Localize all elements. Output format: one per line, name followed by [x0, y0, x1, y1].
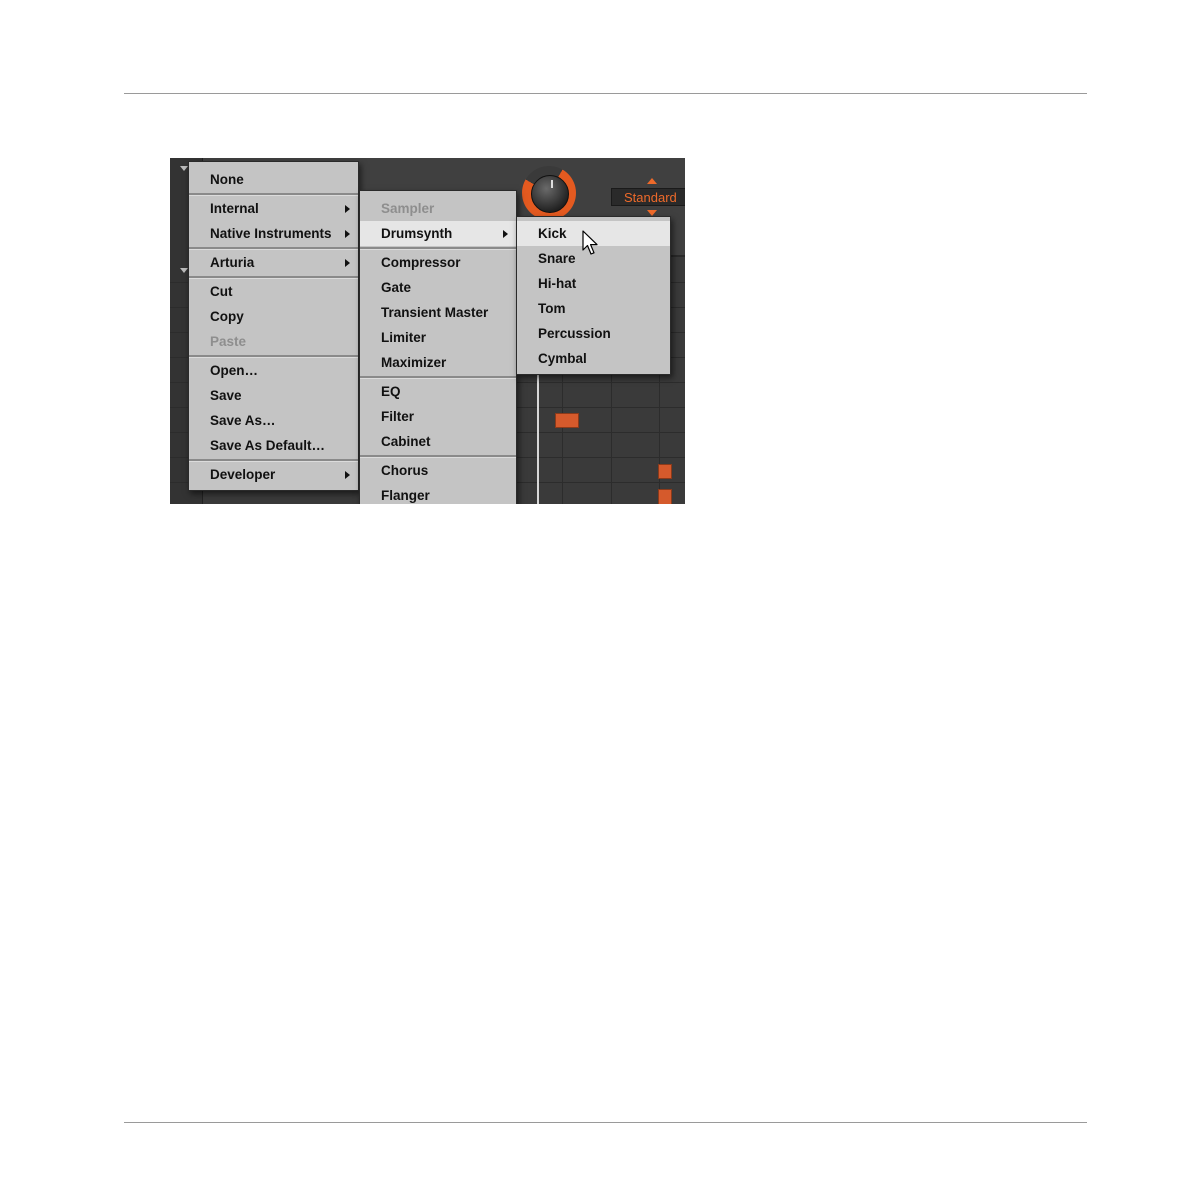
- submenu-internal: Sampler Drumsynth Compressor Gate Transi…: [359, 190, 517, 504]
- menu-item-paste: Paste: [210, 334, 247, 349]
- dropdown-arrow-icon[interactable]: [180, 166, 188, 171]
- menu-item-maximizer[interactable]: Maximizer: [360, 350, 516, 375]
- menu-item-drumsynth[interactable]: Drumsynth: [360, 221, 516, 246]
- menu-item-developer[interactable]: Developer: [189, 462, 358, 487]
- menu-item-hi-hat[interactable]: Hi-hat: [517, 271, 670, 296]
- menu-item-sampler: Sampler: [381, 201, 435, 216]
- submenu-arrow-icon: [345, 471, 350, 479]
- screenshot-area: Standard None Internal Native Instrument…: [170, 158, 685, 504]
- submenu-arrow-icon: [345, 205, 350, 213]
- menu-item-compressor[interactable]: Compressor: [360, 250, 516, 275]
- header-rule: [124, 93, 1087, 94]
- menu-item-transient-master[interactable]: Transient Master: [360, 300, 516, 325]
- footer-rule: [124, 1122, 1087, 1123]
- menu-item-cabinet[interactable]: Cabinet: [360, 429, 516, 454]
- volume-knob[interactable]: [531, 175, 569, 213]
- menu-item-arturia[interactable]: Arturia: [189, 250, 358, 275]
- menu-item-save[interactable]: Save: [189, 383, 358, 408]
- menu-item-open[interactable]: Open…: [189, 358, 358, 383]
- dropdown-arrow-icon[interactable]: [180, 268, 188, 273]
- standard-selector[interactable]: Standard: [611, 188, 685, 206]
- context-menu: None Internal Native Instruments Arturia…: [188, 161, 359, 491]
- arrow-up-icon[interactable]: [647, 178, 657, 184]
- menu-item-internal[interactable]: Internal: [189, 196, 358, 221]
- menu-item-tom[interactable]: Tom: [517, 296, 670, 321]
- menu-item-save-as-default[interactable]: Save As Default…: [189, 433, 358, 458]
- playhead: [537, 358, 539, 504]
- menu-item-percussion[interactable]: Percussion: [517, 321, 670, 346]
- menu-item-flanger[interactable]: Flanger: [360, 483, 516, 504]
- menu-item-limiter[interactable]: Limiter: [360, 325, 516, 350]
- mouse-cursor-icon: [582, 230, 598, 255]
- submenu-arrow-icon: [345, 259, 350, 267]
- note-event[interactable]: [658, 489, 672, 504]
- submenu-arrow-icon: [503, 230, 508, 238]
- menu-item-filter[interactable]: Filter: [360, 404, 516, 429]
- menu-item-save-as[interactable]: Save As…: [189, 408, 358, 433]
- menu-item-native-instruments[interactable]: Native Instruments: [189, 221, 358, 246]
- menu-item-eq[interactable]: EQ: [360, 379, 516, 404]
- note-event[interactable]: [658, 464, 672, 479]
- menu-item-none[interactable]: None: [189, 167, 358, 192]
- menu-item-chorus[interactable]: Chorus: [360, 458, 516, 483]
- menu-item-cut[interactable]: Cut: [189, 279, 358, 304]
- menu-item-gate[interactable]: Gate: [360, 275, 516, 300]
- menu-item-copy[interactable]: Copy: [189, 304, 358, 329]
- knob-indicator: [551, 180, 553, 188]
- submenu-arrow-icon: [345, 230, 350, 238]
- menu-item-cymbal[interactable]: Cymbal: [517, 346, 670, 371]
- note-event[interactable]: [555, 413, 579, 428]
